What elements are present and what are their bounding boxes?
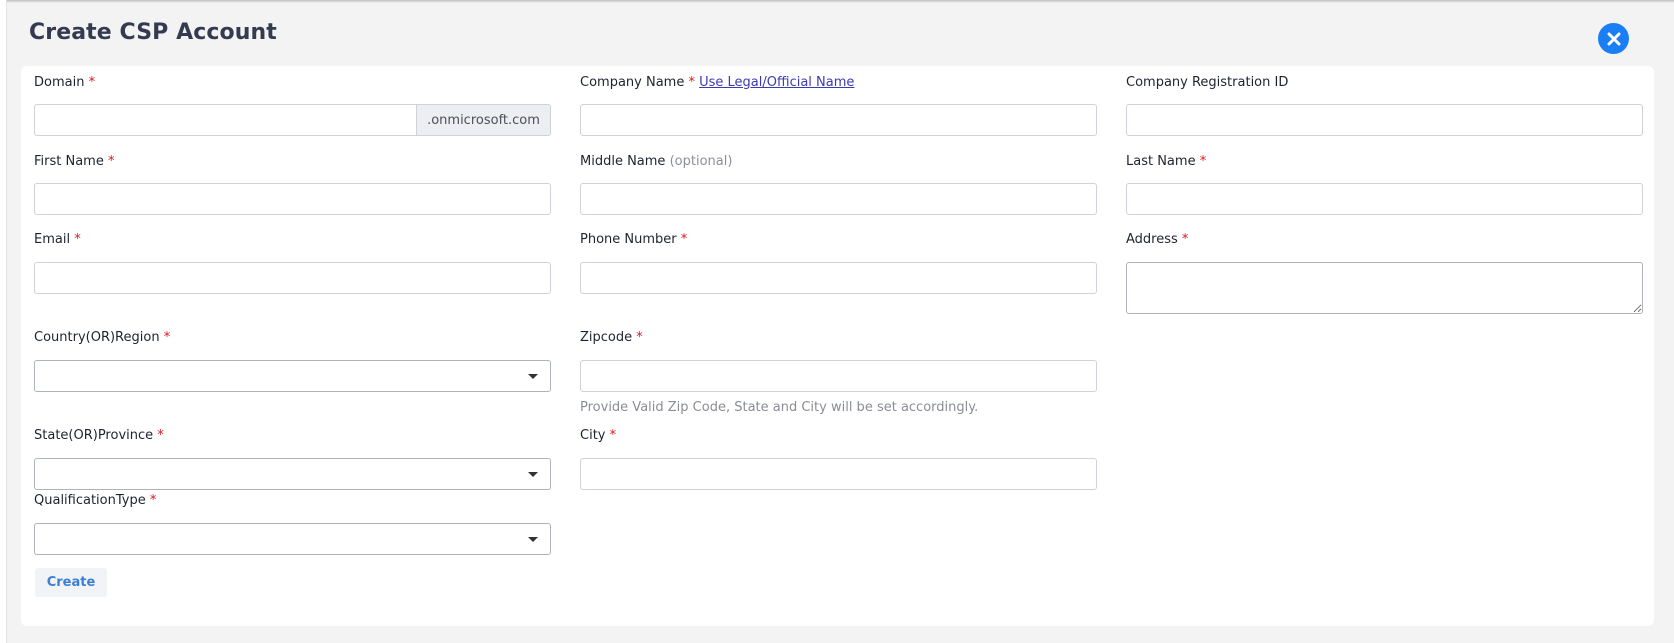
city-label: City * — [580, 428, 617, 443]
first-name-label: First Name * — [34, 154, 115, 169]
country-label: Country(OR)Region * — [34, 330, 171, 345]
domain-label: Domain * — [34, 75, 96, 90]
top-shadow — [0, 0, 1674, 3]
address-label: Address * — [1126, 232, 1189, 247]
first-name-input[interactable] — [34, 183, 551, 215]
state-select[interactable] — [34, 458, 551, 490]
zipcode-input[interactable] — [580, 360, 1097, 392]
middle-name-input[interactable] — [580, 183, 1097, 215]
country-select[interactable] — [34, 360, 551, 392]
zipcode-helper-text: Provide Valid Zip Code, State and City w… — [580, 400, 979, 415]
company-name-label: Company Name * Use Legal/Official Name — [580, 75, 855, 90]
use-legal-name-link[interactable]: Use Legal/Official Name — [699, 75, 854, 90]
phone-number-label: Phone Number * — [580, 232, 688, 247]
company-registration-id-label: Company Registration ID — [1126, 75, 1289, 90]
address-textarea[interactable] — [1126, 262, 1643, 314]
close-circle-icon — [1607, 32, 1620, 45]
page-title: Create CSP Account — [29, 20, 277, 45]
caret-down-icon — [528, 537, 538, 542]
caret-down-icon — [528, 472, 538, 477]
zipcode-label: Zipcode * — [580, 330, 643, 345]
email-label: Email * — [34, 232, 81, 247]
middle-name-label: Middle Name (optional) — [580, 154, 733, 169]
qualification-type-label: QualificationType * — [34, 493, 157, 508]
last-name-input[interactable] — [1126, 183, 1643, 215]
domain-input[interactable] — [34, 104, 417, 136]
last-name-label: Last Name * — [1126, 154, 1207, 169]
company-registration-id-input[interactable] — [1126, 104, 1643, 136]
state-label: State(OR)Province * — [34, 428, 164, 443]
left-edge — [0, 0, 7, 643]
phone-number-input[interactable] — [580, 262, 1097, 294]
close-button[interactable] — [1598, 23, 1629, 54]
city-input[interactable] — [580, 458, 1097, 490]
domain-suffix: .onmicrosoft.com — [416, 104, 551, 136]
company-name-input[interactable] — [580, 104, 1097, 136]
form-card: Domain * .onmicrosoft.com Company Name *… — [21, 66, 1654, 626]
email-input[interactable] — [34, 262, 551, 294]
create-button[interactable]: Create — [35, 568, 107, 597]
qualification-type-select[interactable] — [34, 523, 551, 555]
caret-down-icon — [528, 374, 538, 379]
